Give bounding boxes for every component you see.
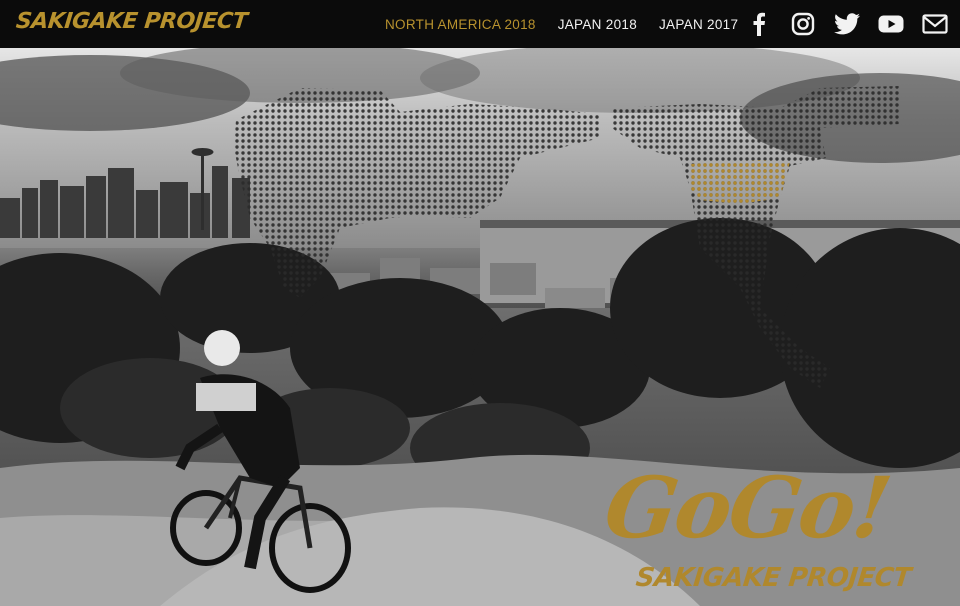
mail-icon[interactable] bbox=[921, 10, 949, 38]
gogo-logo-subtitle: SAKIGAKE PROJECT bbox=[634, 563, 913, 593]
gogo-sakigake-logo: GoGo! SAKIGAKE PROJECT bbox=[599, 458, 926, 606]
nav-north-america-2018[interactable]: NORTH AMERICA 2018 bbox=[385, 17, 536, 32]
site-logo[interactable]: SAKIGAKE PROJECT bbox=[15, 9, 249, 34]
hero-section: GoGo! SAKIGAKE PROJECT bbox=[0, 48, 960, 606]
twitter-icon[interactable] bbox=[833, 10, 861, 38]
main-nav: NORTH AMERICA 2018 JAPAN 2018 JAPAN 2017 bbox=[385, 0, 760, 48]
instagram-icon[interactable] bbox=[789, 10, 817, 38]
facebook-icon[interactable] bbox=[745, 10, 773, 38]
nav-japan-2018[interactable]: JAPAN 2018 bbox=[558, 17, 637, 32]
gogo-logo-text: GoGo! bbox=[599, 458, 896, 557]
social-links bbox=[745, 0, 949, 48]
nav-japan-2017[interactable]: JAPAN 2017 bbox=[659, 17, 738, 32]
top-navigation-bar: SAKIGAKE PROJECT NORTH AMERICA 2018 JAPA… bbox=[0, 0, 960, 48]
youtube-icon[interactable] bbox=[877, 10, 905, 38]
